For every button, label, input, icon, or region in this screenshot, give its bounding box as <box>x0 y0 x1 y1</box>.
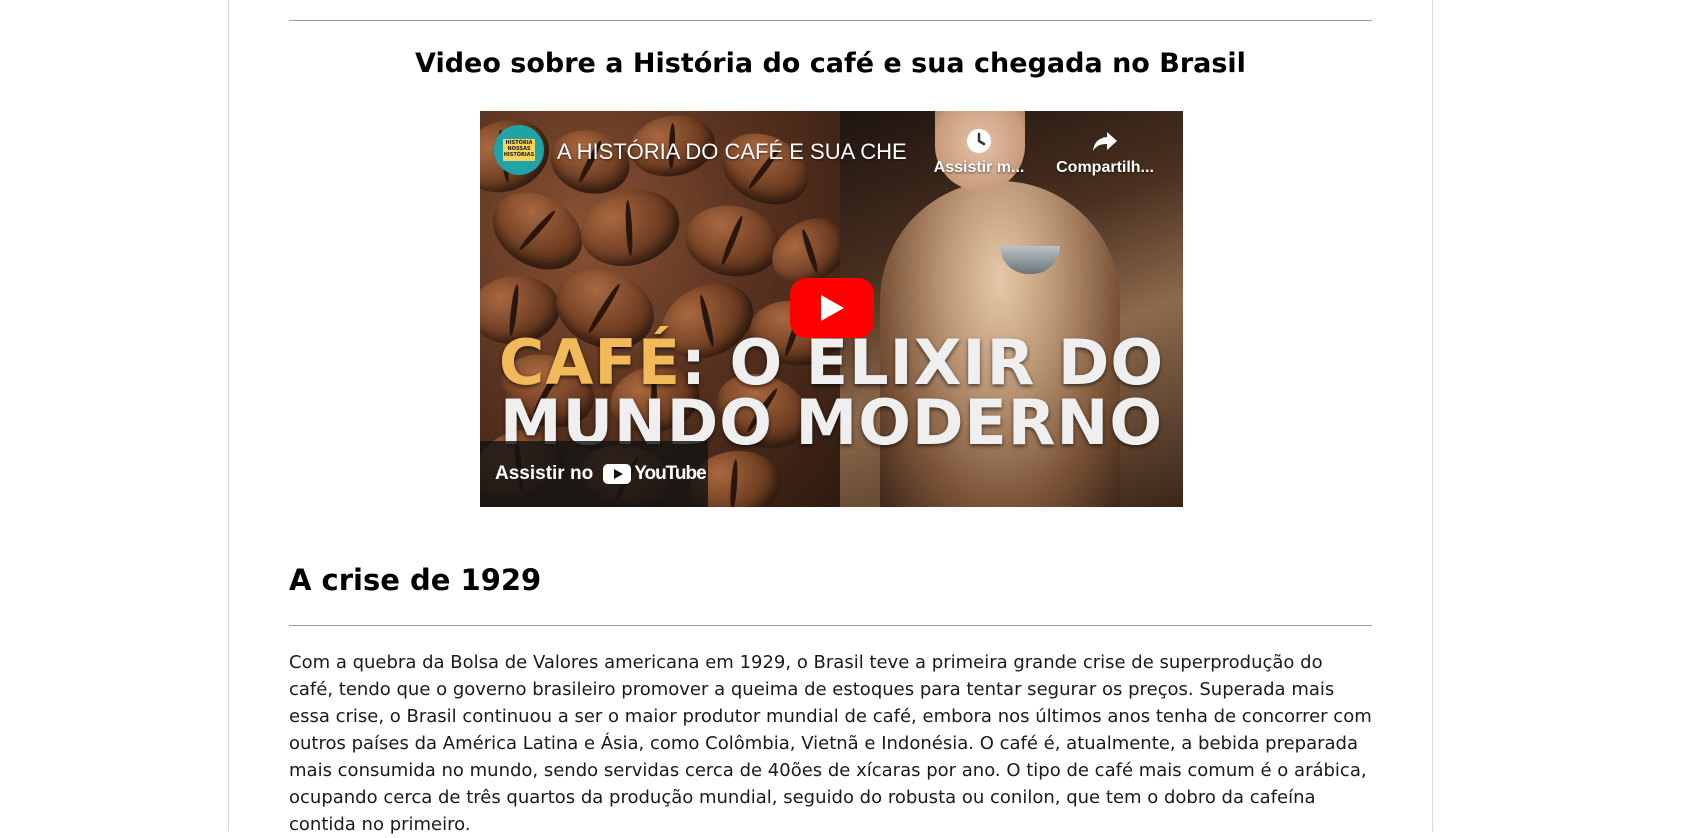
watch-later-button[interactable]: Assistir m... <box>924 127 1034 177</box>
youtube-play-icon <box>603 464 632 484</box>
article-page: Video sobre a História do café e sua che… <box>228 0 1433 835</box>
youtube-wordmark: YouTube <box>634 463 706 484</box>
channel-logo-text: HISTÓRIA NOSSAS HISTÓRIAS <box>503 139 535 161</box>
share-button[interactable]: Compartilh... <box>1050 127 1160 177</box>
divider <box>289 20 1372 21</box>
clock-icon <box>967 129 991 153</box>
divider <box>289 625 1372 626</box>
youtube-embed[interactable]: HISTÓRIA NOSSAS HISTÓRIAS A HISTÓRIA DO … <box>480 111 1183 507</box>
video-section-title: Video sobre a História do café e sua che… <box>415 48 1246 79</box>
video-title-link[interactable]: A HISTÓRIA DO CAFÉ E SUA CHE... <box>557 139 907 165</box>
watch-on-youtube-button[interactable]: Assistir no YouTube <box>480 441 708 507</box>
share-label: Compartilh... <box>1056 159 1154 176</box>
section-heading: A crise de 1929 <box>289 563 542 597</box>
share-icon <box>1093 132 1117 151</box>
thumbnail-headline: CAFÉ: O ELIXIR DO MUNDO MODERNO <box>480 332 1183 454</box>
watch-on-label: Assistir no <box>495 463 594 484</box>
watch-later-label: Assistir m... <box>933 159 1025 176</box>
youtube-logo: YouTube <box>603 463 707 485</box>
play-icon <box>821 295 844 321</box>
channel-avatar[interactable]: HISTÓRIA NOSSAS HISTÓRIAS <box>494 125 544 175</box>
section-paragraph: Com a quebra da Bolsa de Valores america… <box>289 652 1372 835</box>
